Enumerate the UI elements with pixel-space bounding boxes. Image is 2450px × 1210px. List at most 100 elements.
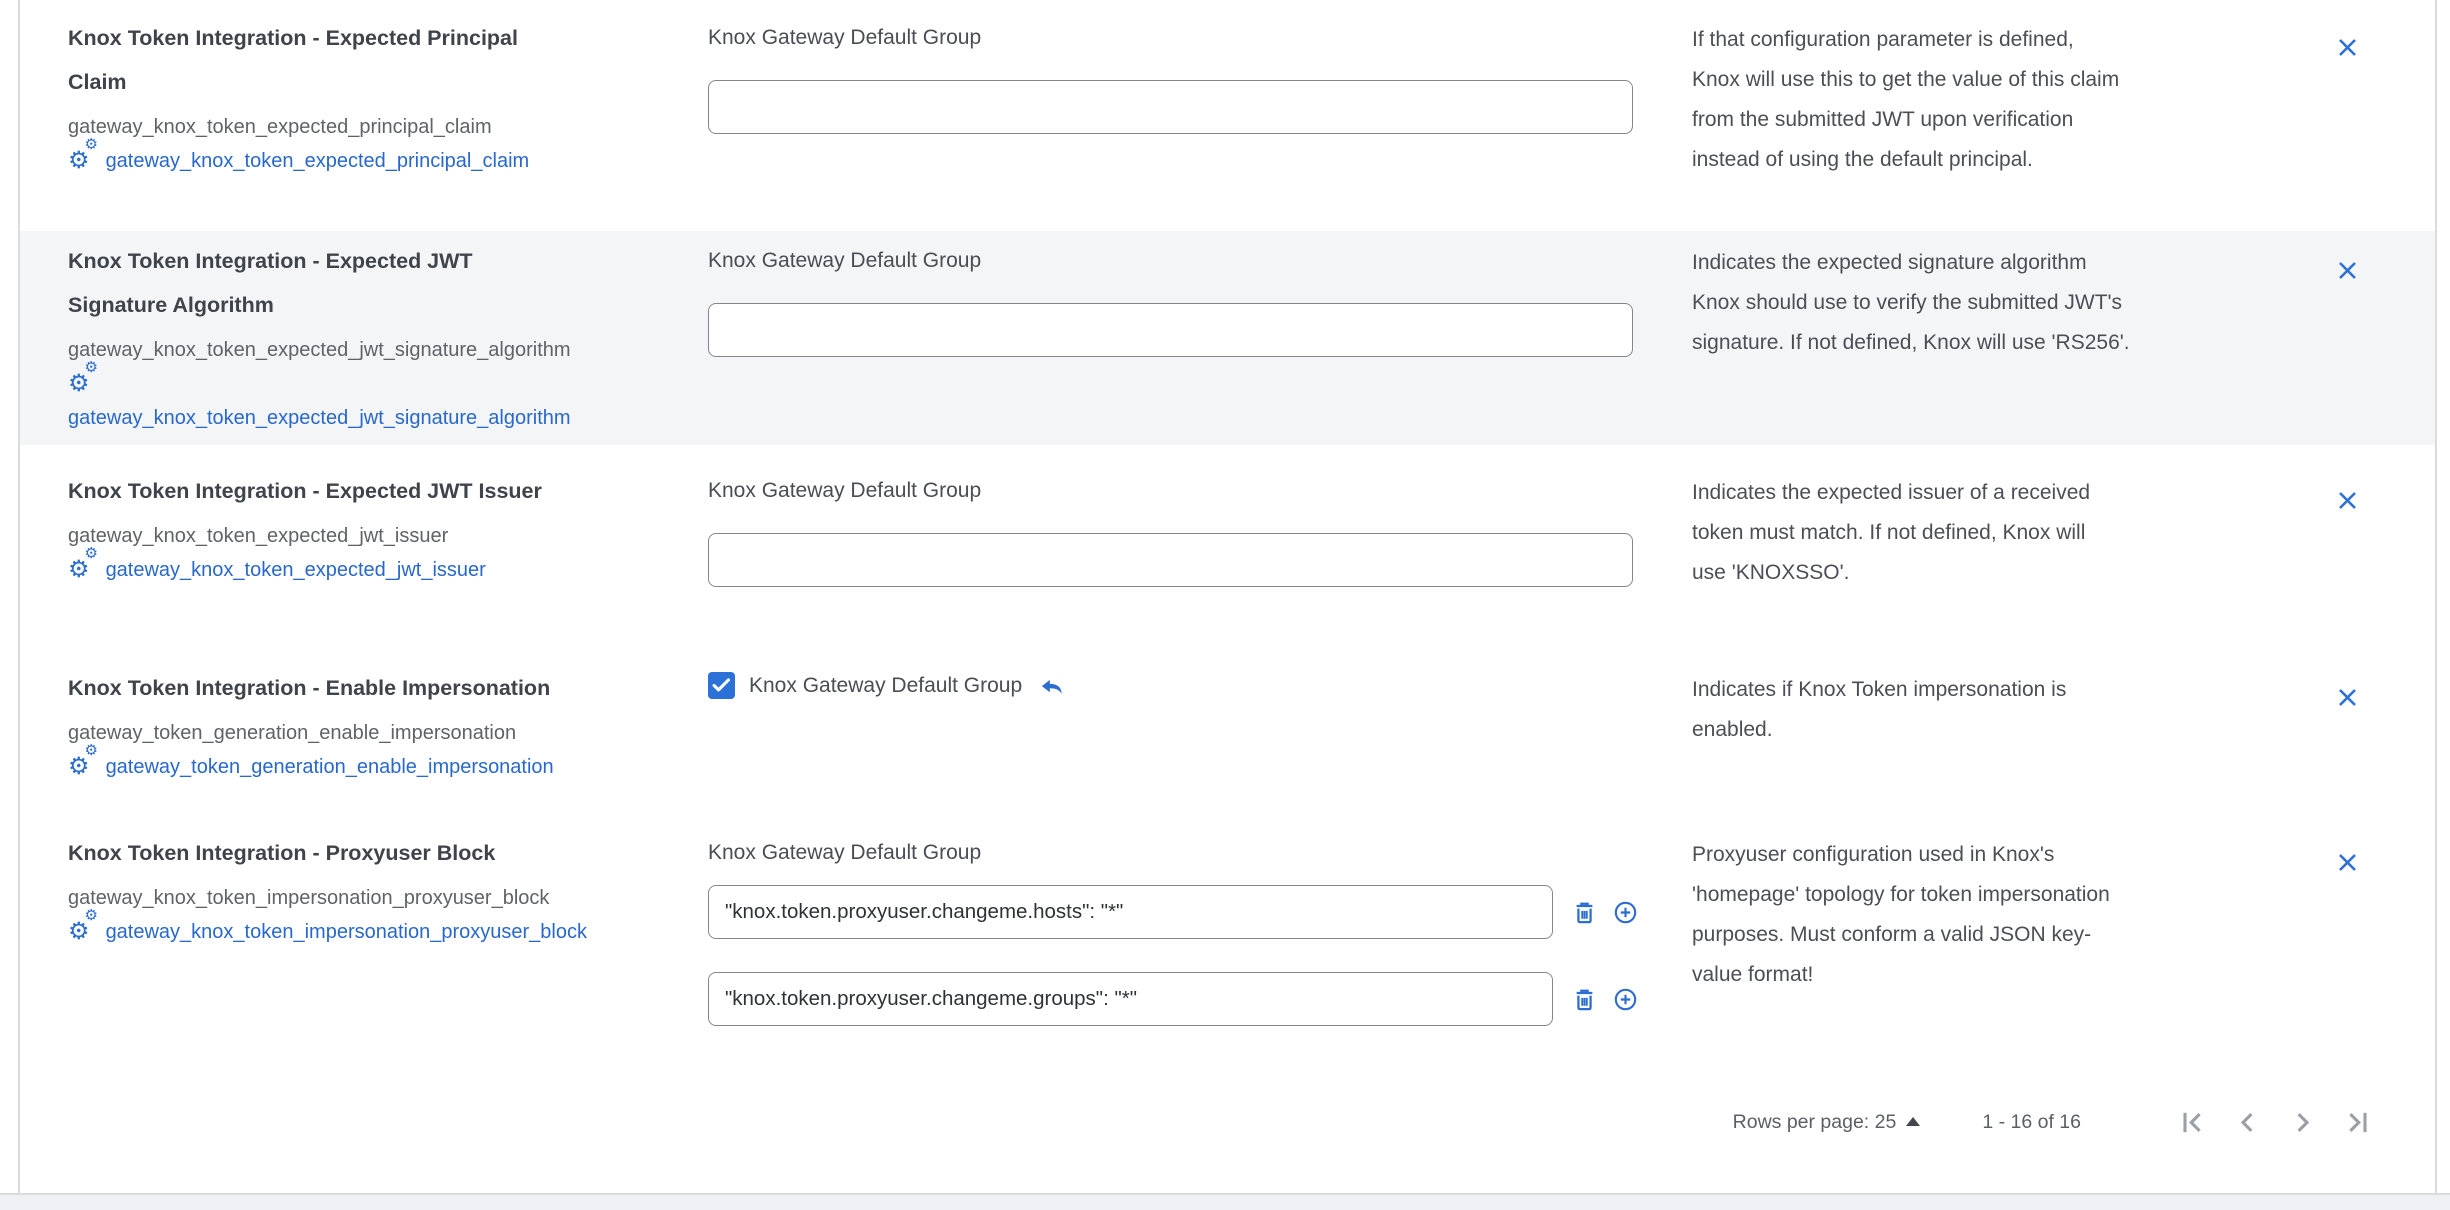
config-description-cell: Indicates if Knox Token impersonation is… (1692, 666, 2320, 825)
first-page-button[interactable] (2177, 1107, 2208, 1138)
config-template-link[interactable]: gateway_knox_token_expected_principal_cl… (106, 150, 530, 172)
remove-value-button[interactable] (2334, 684, 2361, 711)
check-icon (709, 673, 734, 698)
config-checkbox[interactable] (708, 672, 735, 699)
config-template-link[interactable]: gateway_knox_token_impersonation_proxyus… (106, 921, 587, 943)
config-description: Indicates the expected signature algorit… (1692, 243, 2252, 363)
config-template-line: ⚙⚙ gateway_token_generation_enable_imper… (68, 750, 708, 784)
trash-icon (1571, 899, 1598, 926)
config-template-link[interactable]: gateway_knox_token_expected_jwt_signatur… (68, 407, 571, 429)
config-description: Indicates if Knox Token impersonation is… (1692, 670, 2252, 750)
remove-value-button[interactable] (2334, 487, 2361, 514)
config-api-name: gateway_knox_token_expected_jwt_issuer (68, 519, 708, 553)
pagination-range: 1 - 16 of 16 (1982, 1111, 2081, 1134)
config-value-cell: Knox Gateway Default Group (708, 666, 1692, 825)
row-actions-cell (2320, 16, 2435, 231)
config-value-cell: Knox Gateway Default Group (708, 469, 1692, 660)
pagination-nav (2177, 1107, 2373, 1138)
config-api-name: gateway_token_generation_enable_imperson… (68, 716, 708, 750)
config-api-name: gateway_knox_token_expected_jwt_signatur… (68, 333, 708, 367)
delete-entry-button[interactable] (1571, 986, 1598, 1013)
config-value-input[interactable] (708, 533, 1633, 587)
list-value-line (708, 875, 1692, 939)
value-line-actions (1571, 899, 1639, 926)
row-actions-cell (2320, 831, 2435, 1065)
next-page-button[interactable] (2287, 1107, 2318, 1138)
close-icon (2334, 849, 2361, 876)
role-group-label: Knox Gateway Default Group (708, 16, 1692, 60)
config-description-cell: Proxyuser configuration used in Knox's '… (1692, 831, 2320, 1065)
delete-entry-button[interactable] (1571, 899, 1598, 926)
plus-circle-icon (1612, 899, 1639, 926)
config-table: Knox Token Integration - Expected Princi… (20, 0, 2435, 1193)
remove-value-button[interactable] (2334, 34, 2361, 61)
config-template-link[interactable]: gateway_token_generation_enable_imperson… (106, 756, 554, 778)
card-right-border (2435, 0, 2437, 1193)
config-template-line: ⚙⚙ gateway_knox_token_impersonation_prox… (68, 915, 708, 949)
config-description: Indicates the expected issuer of a recei… (1692, 473, 2252, 593)
reset-to-default-button[interactable] (1038, 672, 1065, 699)
config-template-line: ⚙⚙ gateway_knox_token_expected_jwt_signa… (68, 367, 708, 435)
config-name-cell: Knox Token Integration - Enable Imperson… (68, 666, 708, 825)
gears-icon: ⚙⚙ (68, 144, 100, 170)
config-api-name: gateway_knox_token_impersonation_proxyus… (68, 881, 708, 915)
role-group-label: Knox Gateway Default Group (708, 239, 1692, 283)
rows-per-page-value: 25 (1875, 1111, 1897, 1133)
close-icon (2334, 257, 2361, 284)
config-value-input[interactable] (708, 80, 1633, 134)
gears-icon: ⚙⚙ (68, 367, 100, 393)
role-group-label: Knox Gateway Default Group (749, 672, 1022, 699)
undo-icon (1038, 672, 1065, 699)
config-name-cell: Knox Token Integration - Expected Princi… (68, 16, 708, 231)
previous-page-button[interactable] (2232, 1107, 2263, 1138)
config-row: Knox Token Integration - Proxyuser Block… (20, 825, 2435, 1065)
close-icon (2334, 487, 2361, 514)
last-page-icon (2342, 1107, 2373, 1138)
checkbox-line: Knox Gateway Default Group (708, 672, 1692, 699)
config-display-name: Knox Token Integration - Expected Princi… (68, 16, 668, 104)
last-page-button[interactable] (2342, 1107, 2373, 1138)
config-display-name: Knox Token Integration - Expected JWT Si… (68, 239, 668, 327)
config-template-line: ⚙⚙ gateway_knox_token_expected_principal… (68, 144, 708, 178)
config-name-cell: Knox Token Integration - Proxyuser Block… (68, 831, 708, 1065)
chevron-left-icon (2232, 1107, 2263, 1138)
close-icon (2334, 684, 2361, 711)
config-row: Knox Token Integration - Expected Princi… (20, 0, 2435, 231)
remove-value-button[interactable] (2334, 849, 2361, 876)
config-template-link[interactable]: gateway_knox_token_expected_jwt_issuer (106, 559, 486, 581)
page-background-strip (0, 1193, 2450, 1210)
plus-circle-icon (1612, 986, 1639, 1013)
config-description: Proxyuser configuration used in Knox's '… (1692, 835, 2252, 995)
config-display-name: Knox Token Integration - Expected JWT Is… (68, 469, 668, 513)
config-api-name: gateway_knox_token_expected_principal_cl… (68, 110, 708, 144)
config-row: Knox Token Integration - Enable Imperson… (20, 660, 2435, 825)
config-value-input[interactable] (708, 885, 1553, 939)
role-group-label: Knox Gateway Default Group (708, 831, 1692, 875)
gears-icon: ⚙⚙ (68, 750, 100, 776)
config-value-cell: Knox Gateway Default Group (708, 239, 1692, 445)
config-row: Knox Token Integration - Expected JWT Si… (20, 231, 2435, 445)
remove-value-button[interactable] (2334, 257, 2361, 284)
config-value-input[interactable] (708, 972, 1553, 1026)
add-entry-button[interactable] (1612, 899, 1639, 926)
gears-icon: ⚙⚙ (68, 553, 100, 579)
value-line-actions (1571, 986, 1639, 1013)
row-actions-cell (2320, 666, 2435, 825)
triangle-up-icon (1906, 1117, 1920, 1126)
row-actions-cell (2320, 239, 2435, 445)
config-description: If that configuration parameter is defin… (1692, 20, 2252, 180)
chevron-right-icon (2287, 1107, 2318, 1138)
rows-per-page-select[interactable]: Rows per page: 25 (1733, 1111, 1921, 1134)
config-value-cell: Knox Gateway Default Group (708, 16, 1692, 231)
config-name-cell: Knox Token Integration - Expected JWT Si… (68, 239, 708, 445)
first-page-icon (2177, 1107, 2208, 1138)
config-row: Knox Token Integration - Expected JWT Is… (20, 445, 2435, 660)
config-value-cell: Knox Gateway Default Group (708, 831, 1692, 1065)
add-entry-button[interactable] (1612, 986, 1639, 1013)
pagination-bar: Rows per page: 25 1 - 16 of 16 (20, 1065, 2435, 1193)
list-value-line (708, 939, 1692, 1026)
rows-per-page-label: Rows per page: 25 (1733, 1111, 1897, 1134)
config-display-name: Knox Token Integration - Proxyuser Block (68, 831, 668, 875)
config-value-input[interactable] (708, 303, 1633, 357)
config-description-cell: If that configuration parameter is defin… (1692, 16, 2320, 231)
